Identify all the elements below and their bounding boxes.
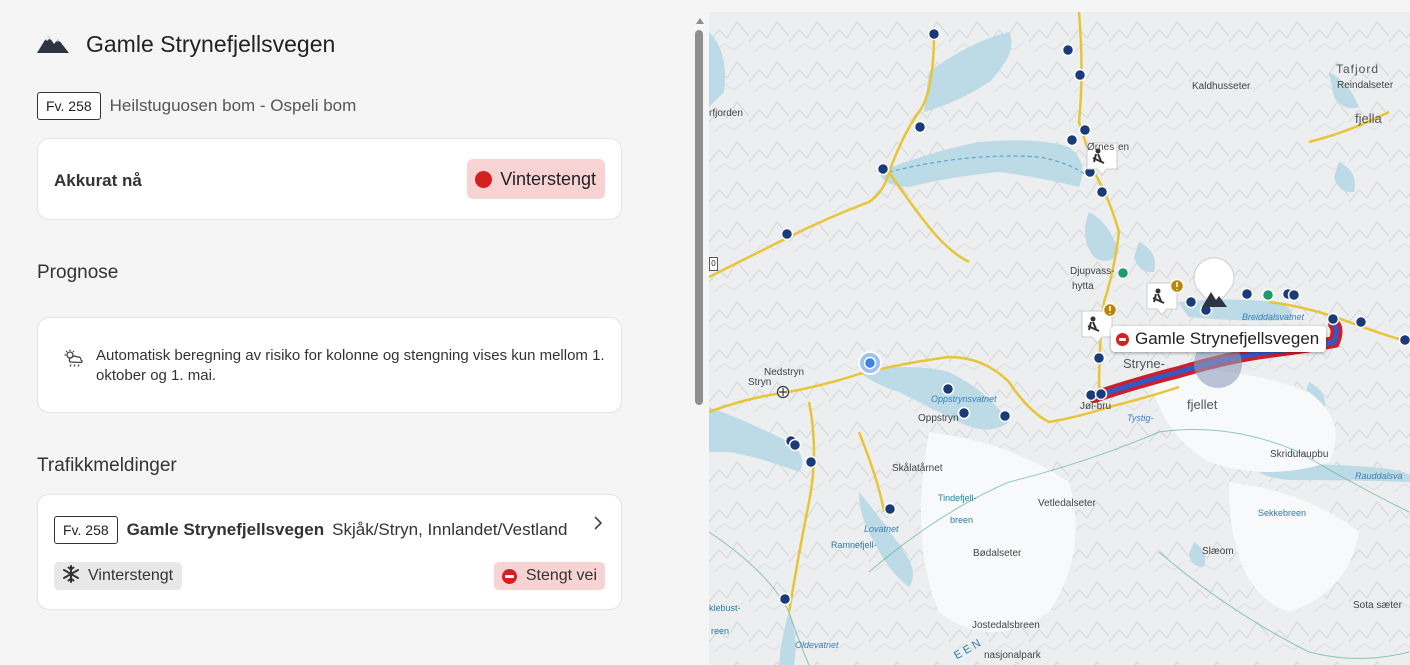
map-label-stryn: Stryn — [748, 377, 772, 388]
map-label-ramnefjell: Ramnefjell- — [831, 540, 877, 550]
map-label-nasjonalpark: nasjonalpark — [984, 650, 1041, 661]
mountain-icon — [36, 28, 70, 61]
traffic-message-header: Fv. 258 Gamle Strynefjellsvegen Skjåk/St… — [54, 516, 567, 544]
map-label-bodalseter: Bødalseter — [973, 548, 1022, 559]
page-title: Gamle Strynefjellsvegen — [86, 31, 336, 57]
scrollbar-thumb[interactable] — [695, 30, 703, 405]
map-label-rfjorden: rfjorden — [709, 108, 743, 119]
map-label-jolbru: Jøl-bru — [1080, 401, 1112, 412]
map-label-jostedalsbreen: Jostedalsbreen — [972, 620, 1040, 631]
map-road-callout-label: Gamle Strynefjellsvegen — [1135, 329, 1320, 348]
map-label-lovatnet: Lovatnet — [864, 524, 899, 534]
traffic-message-card[interactable]: Fv. 258 Gamle Strynefjellsvegen Skjåk/St… — [37, 494, 622, 610]
traffic-heading: Trafikkmeldinger — [37, 455, 177, 476]
page: Gamle Strynefjellsvegen Fv. 258 Heilstug… — [0, 0, 1410, 665]
road-description: Heilstuguosen bom - Ospeli bom — [109, 96, 357, 115]
info-panel: Gamle Strynefjellsvegen Fv. 258 Heilstug… — [0, 0, 660, 665]
map-label-vetledalseter: Vetledalseter — [1038, 498, 1096, 509]
map-label-reindalseter: Reindalseter — [1337, 80, 1394, 91]
map-label-rauddalsvatnet: Rauddalsva — [1355, 471, 1403, 481]
map-label-oppstrynsvatnet: Oppstrynsvatnet — [931, 394, 997, 404]
road-info: Fv. 258 Heilstuguosen bom - Ospeli bom — [37, 92, 356, 120]
map-label-skalatarnet: Skålatårnet — [892, 463, 943, 474]
scroll-up-arrow-icon[interactable] — [696, 18, 704, 24]
condition-text: Vinterstengt — [88, 567, 174, 584]
map-label-ornes: Ørnes — [1087, 142, 1115, 153]
weather-icon — [63, 349, 85, 367]
map-label-oppstryn: Oppstryn — [918, 413, 959, 424]
condition-tag: Vinterstengt — [54, 562, 183, 590]
status-badge: Vinterstengt — [467, 159, 605, 199]
traffic-area: Skjåk/Stryn, Innlandet/Vestland — [332, 520, 568, 539]
map-label-tafjord: Tafjord — [1336, 62, 1380, 76]
status-text: Vinterstengt — [500, 168, 596, 189]
map-label-skridulaupbu: Skridulaupbu — [1270, 449, 1329, 460]
map-label-stryne: Stryne- — [1123, 356, 1165, 371]
map-label-kaldhusseter: Kaldhusseter — [1192, 81, 1251, 92]
map-label-tindefjell: Tindefjell- — [938, 493, 977, 503]
map-edge-tag: 0 — [709, 257, 718, 271]
current-status-label: Akkurat nå — [54, 171, 142, 190]
chevron-right-icon[interactable] — [593, 515, 603, 531]
map-view[interactable]: Tafjord Reindalseter fjella Kaldhusseter… — [709, 12, 1410, 665]
map-label-fjellet: fjellet — [1187, 397, 1218, 412]
status-dot-icon — [475, 170, 493, 188]
map-label-breen: breen — [950, 515, 974, 525]
map-label-sekkebreen: Sekkebreen — [1258, 508, 1307, 518]
prognose-card: Automatisk beregning av risiko for kolon… — [37, 317, 622, 413]
prognose-text: Automatisk beregning av risiko for kolon… — [96, 347, 605, 384]
map-label-djupvass: Djupvass- — [1070, 266, 1115, 277]
map-label-klebust: klebust- — [709, 603, 741, 613]
no-entry-icon — [501, 568, 517, 584]
current-status-card: Akkurat nå Vinterstengt — [37, 138, 622, 220]
header: Gamle Strynefjellsvegen — [36, 28, 335, 61]
map-label-sota-saeter: Sota sæter — [1353, 600, 1402, 611]
map-label-fjella: fjella — [1355, 111, 1382, 126]
map-label-ornes-suffix: en — [1118, 142, 1130, 153]
map-label-breiddalsvatnet: Breiddalsvatnet — [1242, 312, 1305, 322]
road-number-badge: Fv. 258 — [54, 516, 118, 544]
closure-tag: Stengt vei — [493, 562, 605, 590]
map-label-hytta: hytta — [1072, 281, 1094, 292]
traffic-road-name: Gamle Strynefjellsvegen — [126, 520, 325, 539]
map-label-tystig: Tystig- — [1127, 413, 1154, 423]
closure-text: Stengt vei — [525, 567, 597, 584]
no-entry-icon — [1116, 332, 1129, 346]
prognose-heading: Prognose — [37, 262, 119, 283]
map-label-reen: reen — [711, 626, 730, 636]
map-label-slaeom: Slæom — [1202, 546, 1234, 557]
map-label-oldevatnet: Oldevatnet — [795, 640, 839, 650]
map-road-callout[interactable]: Gamle Strynefjellsvegen — [1111, 326, 1327, 352]
road-number-badge: Fv. 258 — [37, 92, 101, 120]
snowflake-icon — [62, 564, 80, 588]
